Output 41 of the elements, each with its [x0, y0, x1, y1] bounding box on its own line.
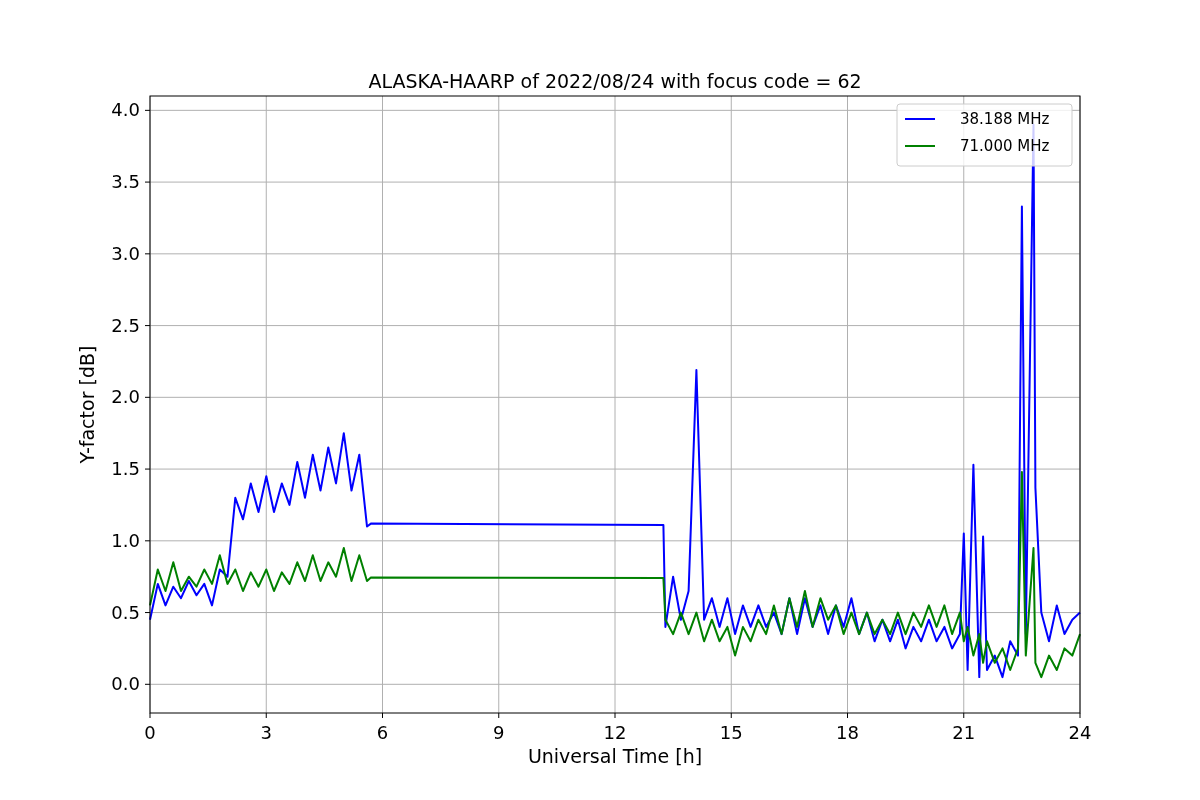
y-tick-label: 0.0	[111, 673, 140, 695]
x-tick-label: 18	[836, 722, 859, 743]
x-tick-label: 15	[719, 722, 743, 743]
tick-mark	[1079, 712, 1081, 719]
tick-mark	[963, 712, 965, 719]
tick-mark	[265, 712, 267, 719]
tick-mark	[149, 712, 151, 719]
x-tick-label: 12	[603, 722, 627, 743]
y-tick-label: 2.0	[111, 386, 140, 408]
tick-mark	[382, 712, 383, 719]
y-tick-label: 1.5	[111, 458, 140, 480]
x-tick-label: 6	[376, 722, 389, 743]
y-tick-label: 0.5	[111, 601, 140, 623]
x-tick-label: 0	[144, 722, 156, 743]
y-tick-label: 1.0	[111, 529, 140, 551]
tick-mark	[144, 396, 151, 398]
tick-mark	[847, 712, 848, 719]
x-tick-label: 21	[952, 722, 976, 743]
tick-mark	[144, 181, 151, 183]
tick-mark	[144, 540, 151, 542]
x-axis-label: Universal Time [h]	[527, 745, 703, 767]
y-tick-label: 4.0	[111, 99, 140, 121]
y-tick-label: 2.5	[111, 314, 140, 336]
tick-mark	[144, 253, 151, 255]
legend-label: 71.000 MHz	[960, 137, 1050, 155]
y-tick-label: 3.0	[111, 242, 140, 264]
tick-mark	[144, 325, 151, 327]
x-tick-label: 9	[493, 722, 505, 743]
x-tick-label: 24	[1068, 722, 1092, 743]
y-tick-label: 3.5	[111, 171, 140, 193]
y-axis-label: Y-factor [dB]	[76, 345, 98, 464]
legend-label: 38.188 MHz	[960, 110, 1050, 128]
tick-mark	[144, 683, 151, 685]
tick-mark	[144, 612, 151, 614]
tick-mark	[144, 468, 151, 470]
tick-mark	[730, 712, 732, 719]
tick-mark	[144, 109, 151, 111]
tick-mark	[614, 712, 616, 719]
x-tick-label: 3	[260, 722, 272, 743]
chart-title: ALASKA-HAARP of 2022/08/24 with focus code = 62	[368, 70, 862, 92]
tick-mark	[498, 712, 500, 719]
